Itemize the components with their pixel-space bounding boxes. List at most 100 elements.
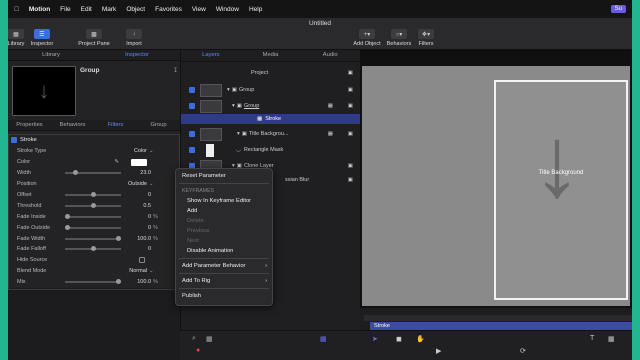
menu-item-add[interactable]: Add	[176, 206, 272, 216]
fade-width-slider[interactable]	[65, 235, 121, 241]
offset-slider[interactable]	[65, 192, 121, 197]
menu-item-reset-parameter[interactable]: Reset Parameter	[176, 171, 272, 181]
menu-item-disable-animation[interactable]: Disable Animation	[176, 246, 272, 256]
blend-mode-select[interactable]: Normal	[121, 268, 147, 274]
menu-item-add-to-rig[interactable]: Add To Rig ›	[176, 276, 272, 286]
menu-mark[interactable]: Mark	[102, 6, 116, 13]
library-button[interactable]: ▦ Library	[8, 29, 24, 47]
lock-icon[interactable]: ▣	[348, 131, 353, 137]
tab-media[interactable]: Media	[241, 50, 301, 61]
disclosure-icon[interactable]: ▾	[237, 131, 240, 137]
lock-icon[interactable]: ▣	[348, 177, 353, 183]
tab-filters[interactable]: Filters	[94, 120, 137, 130]
project-pane-button[interactable]: ▩ Project Pane	[76, 29, 112, 47]
slider-knob[interactable]	[91, 202, 96, 208]
menu-window[interactable]: Window	[216, 6, 239, 13]
layer-row-rectangle-mask[interactable]: ◡ Rectangle Mask	[181, 142, 361, 158]
menu-edit[interactable]: Edit	[81, 6, 92, 13]
color-swatch[interactable]	[131, 158, 147, 166]
eyedropper-icon[interactable]: ✎	[65, 159, 119, 165]
lock-icon[interactable]: ▣	[348, 103, 353, 109]
filters-button[interactable]: ❖▾ Filters	[416, 29, 436, 47]
disclosure-icon[interactable]: ▾	[232, 103, 235, 109]
transform-tool-icon[interactable]: ◼	[396, 335, 402, 343]
slider-knob[interactable]	[65, 213, 70, 219]
menu-item-show-in-keyframe-editor[interactable]: Show In Keyframe Editor	[176, 196, 272, 206]
play-icon[interactable]: ▶	[436, 347, 441, 355]
slider-knob[interactable]	[91, 192, 96, 197]
fade-falloff-slider[interactable]	[65, 246, 121, 252]
layout-icon[interactable]: ▦	[206, 335, 213, 343]
tab-inspector[interactable]: Inspector	[94, 50, 180, 60]
import-button[interactable]: ↓ Import	[124, 29, 144, 47]
inspector-button[interactable]: ☰ Inspector	[30, 29, 54, 47]
stroke-enable-checkbox[interactable]	[11, 137, 17, 143]
status-badge[interactable]: Su	[610, 5, 626, 13]
menu-help[interactable]: Help	[249, 6, 262, 13]
threshold-slider[interactable]	[65, 202, 121, 208]
stroke-type-select[interactable]: Color	[121, 148, 147, 154]
tab-audio[interactable]: Audio	[300, 50, 360, 61]
slider-knob[interactable]	[73, 170, 78, 176]
disclosure-icon[interactable]: ▾	[227, 87, 230, 93]
fade-inside-value[interactable]: 0	[125, 214, 151, 220]
title-background[interactable]: ↓ Title Background	[494, 80, 628, 300]
lock-icon[interactable]: ▣	[348, 70, 353, 76]
search-icon[interactable]: ⌕	[192, 335, 196, 343]
add-object-button[interactable]: +▾ Add Object	[352, 29, 382, 47]
slider-knob[interactable]	[116, 235, 121, 241]
slider-knob[interactable]	[65, 224, 70, 230]
layer-checkbox[interactable]	[189, 131, 195, 137]
layer-row-title-background[interactable]: ▾ ▣ Title Backgrou... ▦ ▣	[181, 126, 361, 142]
loop-icon[interactable]: ⟳	[520, 347, 526, 355]
mix-value[interactable]: 100.0	[125, 279, 151, 285]
layer-row-group-child[interactable]: ▾ ▣ Group ▦ ▣	[181, 98, 361, 114]
fade-outside-slider[interactable]	[65, 224, 121, 230]
menu-item-publish[interactable]: Publish	[176, 291, 272, 301]
fade-falloff-value[interactable]: 0	[125, 246, 151, 252]
fade-inside-slider[interactable]	[65, 213, 121, 219]
tab-library[interactable]: Library	[8, 50, 94, 60]
mask-tool-icon[interactable]: ▦	[608, 335, 615, 343]
text-tool-icon[interactable]: T	[590, 335, 594, 342]
mix-slider[interactable]	[65, 279, 121, 285]
filter-badge-icon[interactable]: ▦	[328, 103, 333, 109]
tab-group[interactable]: Group	[137, 120, 180, 130]
slider-knob[interactable]	[116, 279, 121, 285]
threshold-value[interactable]: 0.5	[125, 203, 151, 209]
fade-width-value[interactable]: 100.0	[125, 236, 151, 242]
select-tool-icon[interactable]: ➤	[372, 335, 378, 343]
menu-app[interactable]: Motion	[29, 6, 50, 13]
view-icon[interactable]: ▦	[320, 335, 327, 343]
menu-view[interactable]: View	[192, 6, 206, 13]
layer-row-group[interactable]: ▾ ▣ Group ▣	[181, 82, 361, 98]
tab-behaviors[interactable]: Behaviors	[51, 120, 94, 130]
lock-icon[interactable]: ▣	[348, 163, 353, 169]
record-icon[interactable]: ●	[196, 347, 200, 354]
layer-row-project[interactable]: Project ▣	[181, 65, 361, 81]
width-slider[interactable]	[65, 170, 121, 176]
fade-outside-value[interactable]: 0	[125, 225, 151, 231]
menu-file[interactable]: File	[60, 6, 70, 13]
menu-favorites[interactable]: Favorites	[155, 6, 182, 13]
position-select[interactable]: Outside	[121, 181, 147, 187]
layer-checkbox[interactable]	[189, 147, 195, 153]
width-value[interactable]: 23.0	[125, 170, 151, 176]
menu-object[interactable]: Object	[126, 6, 145, 13]
filter-badge-icon[interactable]: ▦	[328, 131, 333, 137]
layer-row-stroke[interactable]: ▦ Stroke	[181, 114, 361, 124]
lock-icon[interactable]: ▣	[348, 87, 353, 93]
offset-value[interactable]: 0	[125, 192, 151, 198]
hide-source-checkbox[interactable]	[139, 257, 145, 264]
layer-checkbox[interactable]	[189, 103, 195, 109]
behaviors-button[interactable]: ○▾ Behaviors	[386, 29, 412, 47]
layer-checkbox[interactable]	[189, 87, 195, 93]
tab-layers[interactable]: Layers	[181, 50, 241, 61]
pin-icon[interactable]: ↧	[173, 67, 178, 74]
timeline-track-stroke[interactable]: Stroke	[370, 322, 632, 330]
hand-tool-icon[interactable]: ✋	[416, 335, 425, 343]
tab-properties[interactable]: Properties	[8, 120, 51, 130]
timeline-ruler[interactable]	[364, 315, 632, 321]
menu-item-add-parameter-behavior[interactable]: Add Parameter Behavior ›	[176, 261, 272, 271]
apple-icon[interactable]: 	[14, 6, 19, 13]
